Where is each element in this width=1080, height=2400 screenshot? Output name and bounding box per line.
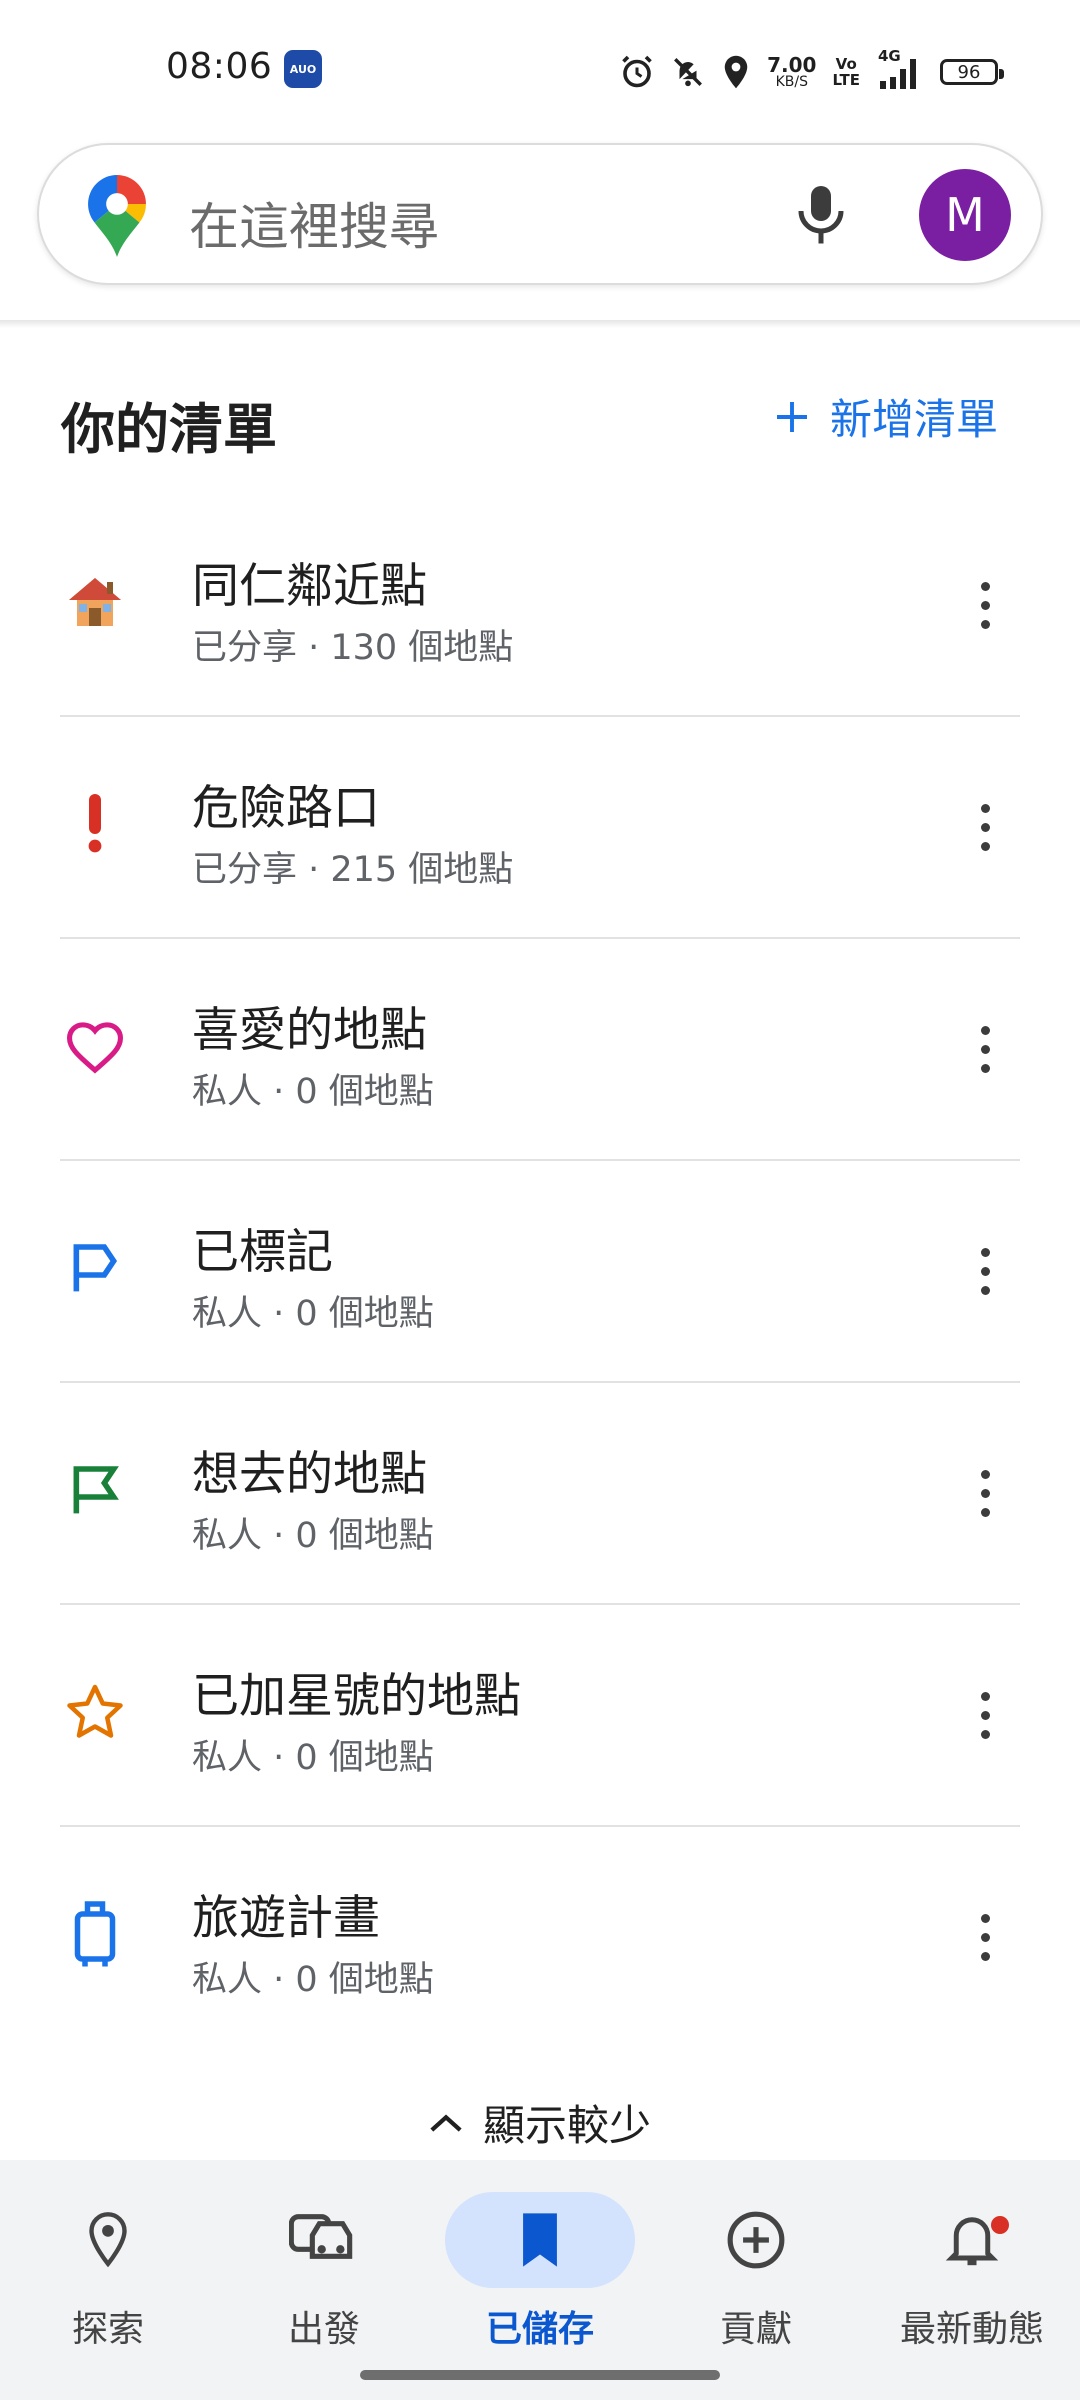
heart-icon [60, 1011, 130, 1081]
nav-saved[interactable]: 已儲存 [432, 2160, 648, 2360]
bell-icon [945, 2217, 999, 2266]
nav-contribute[interactable]: 貢獻 [648, 2160, 864, 2360]
nav-label: 出發 [287, 2309, 360, 2350]
list-title: 危險路口 [192, 781, 380, 836]
new-list-label: 新增清單 [829, 395, 998, 444]
network-speed: 7.00 KB/S [767, 55, 816, 89]
exclamation-icon [60, 789, 130, 859]
list-item[interactable]: 危險路口 已分享 · 215 個地點 [0, 717, 1080, 939]
list-item[interactable]: 喜愛的地點 私人 · 0 個地點 [0, 939, 1080, 1161]
nav-label: 最新動態 [899, 2309, 1044, 2350]
avatar[interactable]: M [919, 169, 1011, 261]
gesture-bar[interactable] [360, 2370, 720, 2380]
nav-label: 貢獻 [719, 2309, 792, 2350]
more-options-icon[interactable] [960, 1675, 1010, 1755]
google-maps-logo-icon [88, 175, 146, 257]
house-icon [60, 567, 130, 637]
list-title: 喜愛的地點 [192, 1003, 427, 1058]
status-time: 08:06 [166, 46, 273, 87]
bell-off-icon [674, 58, 703, 87]
network-type: 4G [878, 47, 901, 65]
volte-bottom: LTE [832, 71, 860, 89]
nav-label: 探索 [71, 2309, 144, 2350]
nav-label: 已儲存 [485, 2309, 594, 2350]
list-title: 同仁鄰近點 [192, 559, 427, 614]
new-list-button[interactable]: 新增清單 [774, 386, 998, 447]
list-item[interactable]: 旅遊計畫 私人 · 0 個地點 [0, 1827, 1080, 2049]
notification-app-icon: AUO [284, 50, 322, 88]
network-speed-value: 7.00 [767, 53, 817, 77]
location-status-icon [724, 55, 748, 89]
battery-indicator: 96 [940, 59, 1004, 85]
notification-dot [991, 2216, 1009, 2234]
add-circle-icon [727, 2211, 785, 2269]
suitcase-icon [60, 1899, 130, 1969]
list-subtitle: 私人 · 0 個地點 [192, 1072, 434, 1112]
show-less-button[interactable]: 顯示較少 [0, 2092, 1080, 2153]
list-item[interactable]: 同仁鄰近點 已分享 · 130 個地點 [0, 495, 1080, 717]
more-options-icon[interactable] [960, 1453, 1010, 1533]
list-title: 已加星號的地點 [192, 1669, 521, 1724]
flag-outline-icon [60, 1233, 130, 1303]
status-icons: 7.00 KB/S Vo LTE 4G 96 [619, 46, 1004, 98]
volte-indicator: Vo LTE [832, 56, 860, 88]
nav-go[interactable]: 出發 [216, 2160, 432, 2360]
list-item[interactable]: 已標記 私人 · 0 個地點 [0, 1161, 1080, 1383]
car-icon [289, 2214, 353, 2259]
plus-icon [776, 401, 807, 432]
page-title: 你的清單 [61, 398, 277, 461]
more-options-icon[interactable] [960, 1897, 1010, 1977]
chevron-up-icon [430, 2113, 462, 2132]
nav-explore[interactable]: 探索 [0, 2160, 216, 2360]
list-subtitle: 私人 · 0 個地點 [192, 1960, 434, 2000]
nav-updates[interactable]: 最新動態 [864, 2160, 1080, 2360]
search-input[interactable]: 在這裡搜尋 [189, 187, 439, 259]
list-item[interactable]: 想去的地點 私人 · 0 個地點 [0, 1383, 1080, 1605]
network-speed-unit: KB/S [775, 74, 808, 90]
signal-strength: 4G [876, 47, 924, 89]
location-pin-icon [89, 2212, 127, 2268]
alarm-icon [622, 55, 652, 88]
list-title: 旅遊計畫 [192, 1891, 380, 1946]
show-less-label: 顯示較少 [482, 2101, 651, 2150]
status-bar: 08:06 AUO 7.00 KB/S Vo LTE 4G 96 [0, 0, 1080, 140]
list-subtitle: 已分享 · 215 個地點 [192, 850, 514, 890]
list-title: 想去的地點 [192, 1447, 427, 1502]
more-options-icon[interactable] [960, 1231, 1010, 1311]
list-item[interactable]: 已加星號的地點 私人 · 0 個地點 [0, 1605, 1080, 1827]
list-title: 已標記 [192, 1225, 333, 1280]
star-icon [60, 1677, 130, 1747]
header-divider [0, 320, 1080, 328]
more-options-icon[interactable] [960, 565, 1010, 645]
bookmark-icon [523, 2213, 557, 2267]
list-subtitle: 私人 · 0 個地點 [192, 1294, 434, 1334]
list-subtitle: 已分享 · 130 個地點 [192, 628, 514, 668]
more-options-icon[interactable] [960, 787, 1010, 867]
more-options-icon[interactable] [960, 1009, 1010, 1089]
bottom-navigation: 探索 出發 已儲存 貢獻 最新動態 [0, 2160, 1080, 2400]
flag-green-icon [60, 1455, 130, 1525]
search-bar[interactable]: 在這裡搜尋 M [37, 143, 1043, 285]
list-subtitle: 私人 · 0 個地點 [192, 1516, 434, 1556]
microphone-icon[interactable] [791, 183, 851, 249]
volte-top: Vo [835, 55, 857, 73]
list-subtitle: 私人 · 0 個地點 [192, 1738, 434, 1778]
